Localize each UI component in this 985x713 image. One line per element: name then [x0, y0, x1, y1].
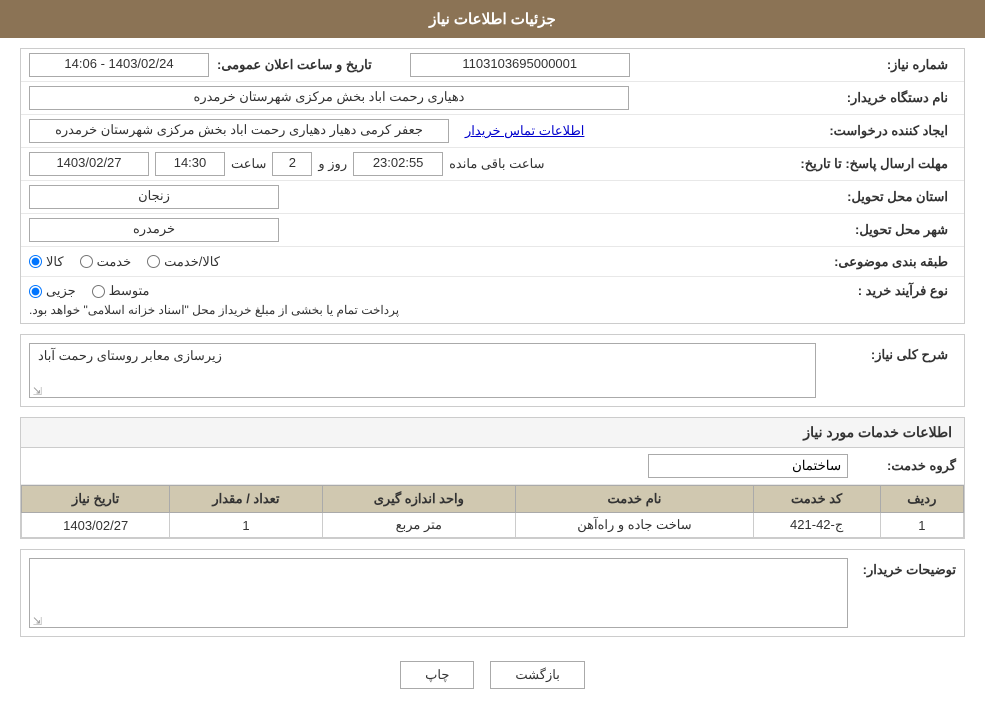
buyer-value-wrapper: دهیاری رحمت اباد بخش مرکزی شهرستان خرمدر… [29, 86, 816, 110]
process-radio-group: متوسط جزیی [29, 283, 150, 299]
group-row: گروه خدمت: [21, 448, 964, 485]
days-label: روز و [318, 156, 347, 172]
number-label: شماره نیاز: [816, 57, 956, 73]
announce-label: تاریخ و ساعت اعلان عمومی: [217, 57, 380, 73]
category-kala-radio[interactable] [29, 255, 42, 268]
date-time-group: ساعت باقی مانده 23:02:55 روز و 2 ساعت 14… [29, 152, 545, 176]
category-options-wrapper: کالا/خدمت خدمت کالا [29, 254, 816, 270]
services-table: ردیف کد خدمت نام خدمت واحد اندازه گیری ت… [21, 485, 964, 538]
category-khedmat-radio[interactable] [80, 255, 93, 268]
cell-row: 1 [880, 513, 963, 538]
announce-input: 1403/02/24 - 14:06 [29, 53, 209, 77]
remaining-input: 23:02:55 [353, 152, 443, 176]
description-text: زیرسازی معابر روستای رحمت آباد ⇲ [29, 343, 816, 398]
main-info-section: شماره نیاز: 1103103695000001 تاریخ و ساع… [20, 48, 965, 324]
col-name: نام خدمت [516, 486, 754, 513]
process-label: نوع فرآیند خرید : [816, 283, 956, 299]
table-body: 1ج-42-421ساخت جاده و راه‌آهنمتر مربع1140… [22, 513, 964, 538]
col-code: کد خدمت [753, 486, 880, 513]
buyer-label: نام دستگاه خریدار: [816, 90, 956, 106]
notes-resize-handle[interactable]: ⇲ [32, 615, 42, 625]
creator-value-wrapper: اطلاعات تماس خریدار جعفر کرمی دهیار دهیا… [29, 119, 816, 143]
page-title: جزئیات اطلاعات نیاز [0, 0, 985, 38]
process-options-wrapper: متوسط جزیی پرداخت تمام یا بخشی از مبلغ خ… [29, 283, 816, 317]
buyer-notes-section: توضیحات خریدار: ⇲ [20, 549, 965, 637]
number-input: 1103103695000001 [410, 53, 630, 77]
province-input: زنجان [29, 185, 279, 209]
services-content: گروه خدمت: ردیف کد خدمت نام خدمت واحد ان… [20, 448, 965, 539]
category-khedmat-kala-label: کالا/خدمت [164, 254, 220, 270]
category-row: طبقه بندی موضوعی: کالا/خدمت خدمت کالا [21, 247, 964, 277]
creator-input: جعفر کرمی دهیار دهیاری رحمت اباد بخش مرک… [29, 119, 449, 143]
process-row: نوع فرآیند خرید : متوسط جزیی پرداخت تمام… [21, 277, 964, 323]
time-input: 14:30 [155, 152, 225, 176]
description-label: شرح کلی نیاز: [816, 343, 956, 363]
category-option-khedmat-kala[interactable]: کالا/خدمت [147, 254, 220, 270]
category-khedmat-label: خدمت [97, 254, 132, 270]
buyer-notes-label: توضیحات خریدار: [856, 558, 956, 578]
number-row: شماره نیاز: 1103103695000001 تاریخ و ساع… [21, 49, 964, 82]
date-input: 1403/02/27 [29, 152, 149, 176]
buyer-input: دهیاری رحمت اباد بخش مرکزی شهرستان خرمدر… [29, 86, 629, 110]
process-option-jozi[interactable]: جزیی [29, 283, 76, 299]
cell-code: ج-42-421 [753, 513, 880, 538]
category-radio-group: کالا/خدمت خدمت کالا [29, 254, 220, 270]
creator-row: ایجاد کننده درخواست: اطلاعات تماس خریدار… [21, 115, 964, 148]
print-button[interactable]: چاپ [400, 661, 474, 689]
creator-label: ایجاد کننده درخواست: [816, 123, 956, 139]
remaining-label: ساعت باقی مانده [449, 156, 544, 172]
process-motavaset-label: متوسط [109, 283, 150, 299]
number-value-wrapper: 1103103695000001 [410, 53, 816, 77]
buttons-row: بازگشت چاپ [20, 647, 965, 703]
cell-unit: متر مربع [322, 513, 516, 538]
col-unit: واحد اندازه گیری [322, 486, 516, 513]
time-label: ساعت [231, 156, 266, 172]
process-jozi-label: جزیی [46, 283, 76, 299]
col-qty: تعداد / مقدار [170, 486, 322, 513]
city-value-wrapper: خرمدره [29, 218, 816, 242]
process-note: پرداخت تمام یا بخشی از مبلغ خریداز محل "… [29, 303, 399, 317]
table-header: ردیف کد خدمت نام خدمت واحد اندازه گیری ت… [22, 486, 964, 513]
deadline-label: مهلت ارسال پاسخ: تا تاریخ: [800, 156, 956, 172]
contact-link[interactable]: اطلاعات تماس خریدار [465, 123, 584, 139]
col-row: ردیف [880, 486, 963, 513]
group-value-wrapper [29, 454, 856, 478]
process-jozi-radio[interactable] [29, 285, 42, 298]
services-header: اطلاعات خدمات مورد نیاز [20, 417, 965, 448]
cell-date: 1403/02/27 [22, 513, 170, 538]
category-label: طبقه بندی موضوعی: [816, 254, 956, 270]
deadline-value-wrapper: ساعت باقی مانده 23:02:55 روز و 2 ساعت 14… [29, 152, 800, 176]
category-kala-label: کالا [46, 254, 64, 270]
buyer-notes-textarea-wrapper: ⇲ [29, 558, 848, 628]
cell-name: ساخت جاده و راه‌آهن [516, 513, 754, 538]
group-label: گروه خدمت: [856, 458, 956, 474]
buyer-notes-input[interactable] [30, 559, 847, 624]
city-row: شهر محل تحویل: خرمدره [21, 214, 964, 247]
description-area: شرح کلی نیاز: زیرسازی معابر روستای رحمت … [21, 335, 964, 406]
province-row: استان محل تحویل: زنجان [21, 181, 964, 214]
category-khedmat-kala-radio[interactable] [147, 255, 160, 268]
description-value: زیرسازی معابر روستای رحمت آباد [38, 348, 222, 364]
services-section: اطلاعات خدمات مورد نیاز گروه خدمت: ردیف … [20, 417, 965, 539]
description-section: شرح کلی نیاز: زیرسازی معابر روستای رحمت … [20, 334, 965, 407]
announce-wrapper: تاریخ و ساعت اعلان عمومی: 1403/02/24 - 1… [29, 53, 380, 77]
deadline-row: مهلت ارسال پاسخ: تا تاریخ: ساعت باقی مان… [21, 148, 964, 181]
col-date: تاریخ نیاز [22, 486, 170, 513]
city-input: خرمدره [29, 218, 279, 242]
category-option-khedmat[interactable]: خدمت [80, 254, 132, 270]
days-input: 2 [272, 152, 312, 176]
resize-handle[interactable]: ⇲ [32, 385, 42, 395]
city-label: شهر محل تحویل: [816, 222, 956, 238]
buyer-row: نام دستگاه خریدار: دهیاری رحمت اباد بخش … [21, 82, 964, 115]
process-option-motavaset[interactable]: متوسط [92, 283, 150, 299]
back-button[interactable]: بازگشت [490, 661, 584, 689]
group-input[interactable] [648, 454, 848, 478]
process-motavaset-radio[interactable] [92, 285, 105, 298]
province-label: استان محل تحویل: [816, 189, 956, 205]
province-value-wrapper: زنجان [29, 185, 816, 209]
table-row: 1ج-42-421ساخت جاده و راه‌آهنمتر مربع1140… [22, 513, 964, 538]
category-option-kala[interactable]: کالا [29, 254, 64, 270]
cell-quantity: 1 [170, 513, 322, 538]
